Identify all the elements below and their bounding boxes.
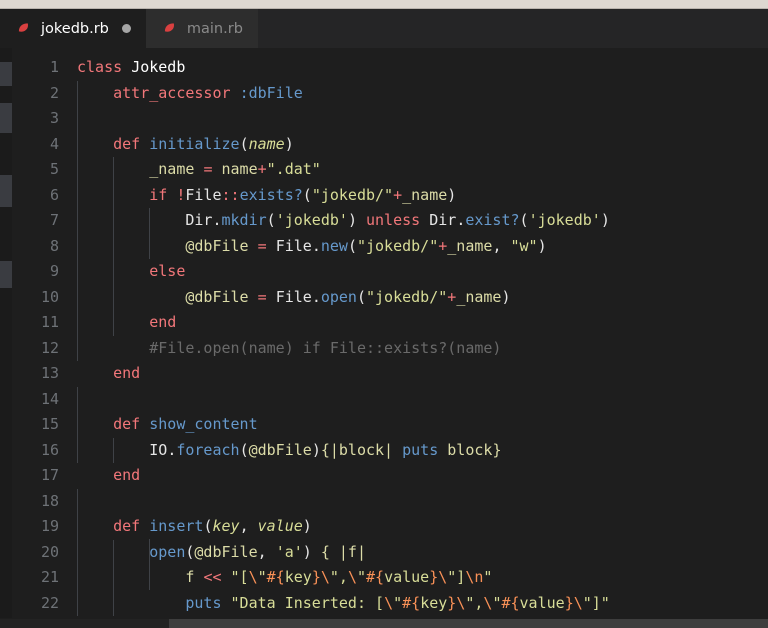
code-editor-pane[interactable]: class Jokedb attr_accessor :dbFile def i…	[68, 48, 768, 618]
line-number: 12	[40, 338, 59, 357]
ruby-file-icon	[163, 21, 178, 36]
code-line: def show_content	[113, 415, 258, 433]
line-number: 6	[49, 185, 59, 204]
line-number-gutter: 1 2 3 4 5 6 7 8 9 10 11 12 13 14 15 16 1…	[12, 48, 68, 618]
tab-jokedb-rb[interactable]: jokedb.rb	[0, 9, 146, 48]
line-number: 21	[40, 568, 59, 586]
line-number: 11	[40, 313, 59, 331]
code-line: else	[149, 262, 186, 280]
line-number: 14	[40, 389, 59, 408]
window-title-strip	[0, 0, 768, 9]
tab-main-rb[interactable]: main.rb	[145, 9, 258, 48]
line-number: 7	[49, 211, 59, 229]
scrollbar-thumb[interactable]	[168, 619, 768, 628]
code-line: def initialize(name)	[113, 134, 294, 153]
line-number: 16	[40, 440, 59, 459]
tab-bar-filler	[257, 9, 768, 48]
ruby-file-icon	[17, 21, 32, 36]
line-number: 18	[40, 491, 59, 510]
code-line: @dbFile = File.new("jokedb/"+_name, "w")	[185, 236, 547, 255]
overview-marker	[0, 261, 12, 288]
editor-area: 1 2 3 4 5 6 7 8 9 10 11 12 13 14 15 16 1…	[0, 48, 768, 618]
tab-label: main.rb	[186, 20, 243, 37]
code-line: puts "Data Inserted: [\"#{key}\",\"#{val…	[185, 593, 610, 612]
code-line: f << "[\"#{key}\",\"#{value}\"]\n"	[185, 568, 493, 586]
line-number: 3	[49, 109, 59, 127]
code-line: }	[77, 616, 768, 618]
overview-marker	[0, 175, 12, 207]
editor-window: jokedb.rb main.rb 1 2 3 4 5 6 7 8 9 10 1…	[0, 0, 768, 628]
line-number: 22	[40, 593, 59, 612]
line-number: 19	[40, 517, 59, 535]
line-number: 2	[49, 83, 59, 102]
code-line: open(@dbFile, 'a') { |f|	[149, 542, 366, 561]
code-line: class Jokedb	[77, 58, 186, 76]
line-number: 20	[40, 542, 59, 561]
line-number: 9	[49, 262, 59, 280]
line-number: 15	[40, 415, 59, 433]
overview-ruler[interactable]	[0, 48, 12, 618]
code-line: _name = name+".dat"	[149, 160, 321, 178]
tab-bar: jokedb.rb main.rb	[0, 9, 768, 48]
overview-marker	[0, 103, 12, 133]
line-number: 4	[49, 134, 59, 153]
line-number: 13	[40, 364, 59, 382]
unsaved-indicator-dot[interactable]	[121, 24, 131, 33]
tab-label: jokedb.rb	[41, 20, 109, 37]
horizontal-scrollbar[interactable]	[0, 618, 768, 628]
code-lines: class Jokedb attr_accessor :dbFile def i…	[68, 55, 768, 618]
code-line: IO.foreach(@dbFile){|block| puts block}	[149, 440, 502, 459]
line-number: 5	[49, 160, 59, 178]
overview-marker	[0, 62, 12, 86]
line-number: 10	[40, 287, 59, 306]
code-line: end	[149, 313, 177, 331]
line-number: 8	[49, 236, 59, 255]
code-line: if !File::exists?("jokedb/"+_name)	[149, 185, 457, 204]
code-line: attr_accessor :dbFile	[113, 83, 303, 102]
code-line: Dir.mkdir('jokedb') unless Dir.exist?('j…	[185, 211, 610, 229]
code-line: end	[113, 466, 141, 484]
code-line: end	[113, 364, 141, 382]
line-number: 17	[40, 466, 59, 484]
code-line: def insert(key, value)	[113, 517, 312, 535]
code-line: #File.open(name) if File::exists?(name)	[149, 338, 502, 357]
code-line: @dbFile = File.open("jokedb/"+_name)	[185, 287, 511, 306]
line-number: 1	[49, 58, 59, 76]
